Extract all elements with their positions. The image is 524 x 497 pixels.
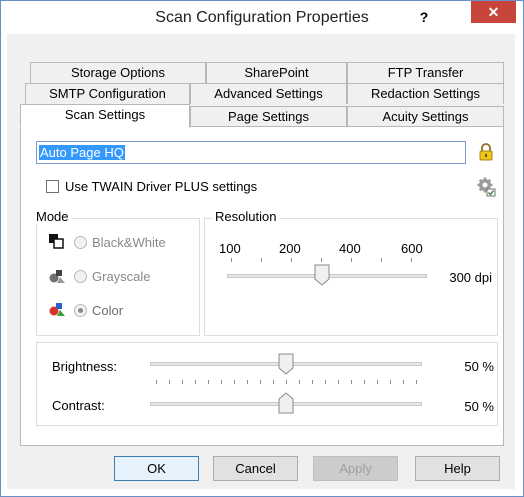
- brightness-label: Brightness:: [52, 359, 118, 374]
- grayscale-label[interactable]: Grayscale: [92, 269, 151, 284]
- slider-tick: [273, 380, 274, 384]
- tab-advanced-settings[interactable]: Advanced Settings: [190, 83, 347, 104]
- title-help-button[interactable]: ?: [409, 6, 439, 28]
- contrast-value: 50 %: [464, 399, 494, 414]
- slider-tick: [208, 380, 209, 384]
- twain-driver-checkbox[interactable]: [46, 180, 59, 193]
- slider-tick: [312, 380, 313, 384]
- resolution-tick-label: 600: [401, 241, 423, 256]
- tab-scan-settings[interactable]: Scan Settings: [20, 104, 190, 128]
- slider-tick: [351, 380, 352, 384]
- color-mode-icon: [49, 303, 65, 316]
- twain-driver-checkbox-label[interactable]: Use TWAIN Driver PLUS settings: [65, 179, 257, 194]
- slider-tick: [325, 380, 326, 384]
- contrast-slider-thumb[interactable]: [278, 392, 294, 414]
- slider-tick: [169, 380, 170, 384]
- configuration-name-text[interactable]: Auto Page HQ: [39, 145, 125, 160]
- slider-tick: [390, 380, 391, 384]
- tab-smtp-configuration[interactable]: SMTP Configuration: [25, 83, 190, 104]
- apply-button[interactable]: Apply: [313, 456, 398, 481]
- black-white-label[interactable]: Black&White: [92, 235, 166, 250]
- close-button[interactable]: ✕: [471, 1, 516, 23]
- lock-icon[interactable]: [478, 143, 494, 161]
- color-label[interactable]: Color: [92, 303, 123, 318]
- brightness-slider-thumb[interactable]: [278, 353, 294, 375]
- resolution-ticks: [227, 258, 417, 263]
- brightness-value: 50 %: [464, 359, 494, 374]
- dialog-title: Scan Configuration Properties: [155, 9, 369, 26]
- slider-tick: [182, 380, 183, 384]
- resolution-legend: Resolution: [212, 209, 280, 224]
- resolution-tick-label: 400: [339, 241, 361, 256]
- slider-tick: [156, 380, 157, 384]
- resolution-slider-thumb[interactable]: [314, 264, 330, 286]
- help-button[interactable]: Help: [415, 456, 500, 481]
- slider-tick: [221, 380, 222, 384]
- slider-tick: [247, 380, 248, 384]
- mode-legend: Mode: [33, 209, 72, 224]
- cancel-button[interactable]: Cancel: [213, 456, 298, 481]
- configuration-name-input[interactable]: Auto Page HQ: [36, 141, 466, 164]
- black-white-mode-icon: [49, 234, 64, 249]
- black-white-radio[interactable]: [74, 236, 87, 249]
- resolution-value: 300 dpi: [449, 270, 492, 285]
- contrast-label: Contrast:: [52, 398, 105, 413]
- resolution-tick-label: 200: [279, 241, 301, 256]
- grayscale-mode-icon: [49, 270, 65, 283]
- ok-button[interactable]: OK: [114, 456, 199, 481]
- slider-tick: [234, 380, 235, 384]
- slider-tick: [377, 380, 378, 384]
- tab-ftp-transfer[interactable]: FTP Transfer: [347, 62, 504, 83]
- slider-tick: [286, 380, 287, 384]
- slider-tick: [403, 380, 404, 384]
- slider-tick: [364, 380, 365, 384]
- color-radio[interactable]: [74, 304, 87, 317]
- scanner-gear-icon[interactable]: [476, 177, 496, 197]
- resolution-tick-label: 100: [219, 241, 241, 256]
- close-icon[interactable]: ✕: [488, 4, 500, 20]
- slider-tick: [195, 380, 196, 384]
- slider-tick: [260, 380, 261, 384]
- tab-sharepoint[interactable]: SharePoint: [206, 62, 347, 83]
- title-bar[interactable]: Scan Configuration Properties ? ✕: [1, 1, 523, 35]
- tab-redaction-settings[interactable]: Redaction Settings: [347, 83, 504, 104]
- slider-tick: [338, 380, 339, 384]
- tab-acuity-settings[interactable]: Acuity Settings: [347, 106, 504, 127]
- grayscale-radio[interactable]: [74, 270, 87, 283]
- tab-storage-options[interactable]: Storage Options: [30, 62, 206, 83]
- slider-tick: [416, 380, 417, 384]
- slider-tick: [299, 380, 300, 384]
- brightness-contrast-ticks: [156, 380, 418, 385]
- tab-page-settings[interactable]: Page Settings: [190, 106, 347, 127]
